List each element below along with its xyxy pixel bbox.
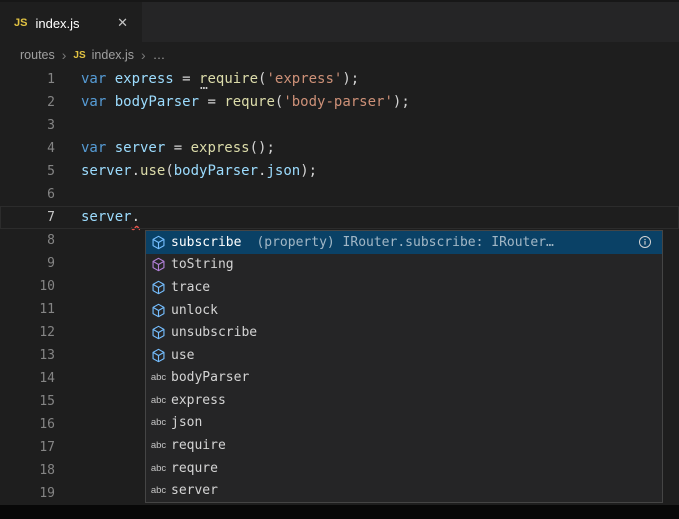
suggest-item-use[interactable]: use xyxy=(146,344,662,367)
code-text xyxy=(55,114,81,137)
suggest-item-subscribe[interactable]: subscribe (property) IRouter.subscribe: I… xyxy=(146,231,662,254)
suggest-item-label: require xyxy=(171,438,226,453)
symbol-text-icon: abc xyxy=(149,483,168,499)
line-number: 7 xyxy=(0,206,55,229)
chevron-right-icon: › xyxy=(62,48,67,62)
suggest-item-label: server xyxy=(171,483,218,498)
line-number: 2 xyxy=(0,91,55,114)
code-line: 5server.use(bodyParser.json); xyxy=(0,160,679,183)
suggest-item-label: subscribe xyxy=(171,235,241,250)
js-file-icon: JS xyxy=(73,50,85,61)
code-text: var server = express(); xyxy=(55,137,275,160)
suggest-item-json[interactable]: abcjson xyxy=(146,412,662,435)
code-line: 4var server = express(); xyxy=(0,137,679,160)
suggest-item-label: requre xyxy=(171,461,218,476)
suggest-item-requre[interactable]: abcrequre xyxy=(146,457,662,480)
suggest-item-label: express xyxy=(171,393,226,408)
suggest-item-bodyParser[interactable]: abcbodyParser xyxy=(146,366,662,389)
code-text xyxy=(55,298,81,321)
intellisense-suggest-widget: subscribe (property) IRouter.subscribe: I… xyxy=(145,230,663,503)
suggest-item-unsubscribe[interactable]: unsubscribe xyxy=(146,321,662,344)
line-number: 19 xyxy=(0,482,55,505)
line-number: 9 xyxy=(0,252,55,275)
code-text: server. xyxy=(55,206,140,229)
chevron-right-icon: › xyxy=(141,48,146,62)
line-number: 18 xyxy=(0,459,55,482)
line-number: 1 xyxy=(0,68,55,91)
code-text: var express = require('express'); xyxy=(55,68,359,91)
suggest-item-toString[interactable]: toString xyxy=(146,254,662,277)
code-text xyxy=(55,459,81,482)
symbol-method-icon xyxy=(149,234,168,250)
code-text xyxy=(55,252,81,275)
breadcrumb: routes › JS index.js › … xyxy=(0,42,679,68)
line-number: 4 xyxy=(0,137,55,160)
breadcrumb-symbol-ellipsis[interactable]: … xyxy=(153,48,166,62)
suggest-item-unlock[interactable]: unlock xyxy=(146,299,662,322)
symbol-method-icon xyxy=(149,325,168,341)
line-number: 12 xyxy=(0,321,55,344)
suggest-item-detail: (property) IRouter.subscribe: IRouter… xyxy=(256,235,632,250)
suggest-item-server[interactable]: abcserver xyxy=(146,479,662,502)
code-text xyxy=(55,390,81,413)
symbol-method-icon xyxy=(149,257,168,273)
breadcrumb-indexjs[interactable]: index.js xyxy=(92,48,134,62)
code-line: 3 xyxy=(0,114,679,137)
tab-bar: JS index.js ✕ xyxy=(0,0,679,42)
suggest-item-label: trace xyxy=(171,280,210,295)
code-text xyxy=(55,321,81,344)
line-number: 6 xyxy=(0,183,55,206)
js-file-icon: JS xyxy=(14,17,27,29)
code-text xyxy=(55,436,81,459)
line-number: 16 xyxy=(0,413,55,436)
line-number: 15 xyxy=(0,390,55,413)
code-text xyxy=(55,183,81,206)
symbol-method-icon xyxy=(149,302,168,318)
code-text: server.use(bodyParser.json); xyxy=(55,160,317,183)
code-text xyxy=(55,413,81,436)
line-number: 8 xyxy=(0,229,55,252)
suggest-item-label: json xyxy=(171,415,202,430)
suggest-item-label: toString xyxy=(171,257,234,272)
suggest-item-trace[interactable]: trace xyxy=(146,276,662,299)
code-text xyxy=(55,275,81,298)
code-text xyxy=(55,229,81,252)
code-line: 6 xyxy=(0,183,679,206)
breadcrumb-routes[interactable]: routes xyxy=(20,48,55,62)
line-number: 11 xyxy=(0,298,55,321)
info-icon[interactable] xyxy=(638,235,652,249)
line-number: 14 xyxy=(0,367,55,390)
code-text xyxy=(55,367,81,390)
vscode-window: JS index.js ✕ routes › JS index.js › … 1… xyxy=(0,0,679,519)
code-line: 7server. xyxy=(0,206,679,229)
bottom-strip xyxy=(0,505,679,519)
symbol-method-icon xyxy=(149,347,168,363)
symbol-text-icon: abc xyxy=(149,437,168,453)
line-number: 5 xyxy=(0,160,55,183)
suggest-item-label: use xyxy=(171,348,194,363)
suggest-item-express[interactable]: abcexpress xyxy=(146,389,662,412)
symbol-text-icon: abc xyxy=(149,392,168,408)
code-text xyxy=(55,344,81,367)
symbol-text-icon: abc xyxy=(149,370,168,386)
suggest-item-label: unsubscribe xyxy=(171,325,257,340)
symbol-text-icon: abc xyxy=(149,460,168,476)
code-text xyxy=(55,482,81,505)
code-line: 2var bodyParser = requre('body-parser'); xyxy=(0,91,679,114)
symbol-text-icon: abc xyxy=(149,415,168,431)
suggest-item-label: bodyParser xyxy=(171,370,249,385)
line-number: 10 xyxy=(0,275,55,298)
tab-indexjs[interactable]: JS index.js ✕ xyxy=(0,2,142,44)
close-tab-icon[interactable]: ✕ xyxy=(113,13,132,33)
tab-label: index.js xyxy=(35,16,79,31)
line-number: 3 xyxy=(0,114,55,137)
code-line: 1var express = require('express'); xyxy=(0,68,679,91)
line-number: 13 xyxy=(0,344,55,367)
line-number: 17 xyxy=(0,436,55,459)
suggest-item-require[interactable]: abcrequire xyxy=(146,434,662,457)
suggest-item-label: unlock xyxy=(171,303,218,318)
code-text: var bodyParser = requre('body-parser'); xyxy=(55,91,410,114)
symbol-method-icon xyxy=(149,279,168,295)
